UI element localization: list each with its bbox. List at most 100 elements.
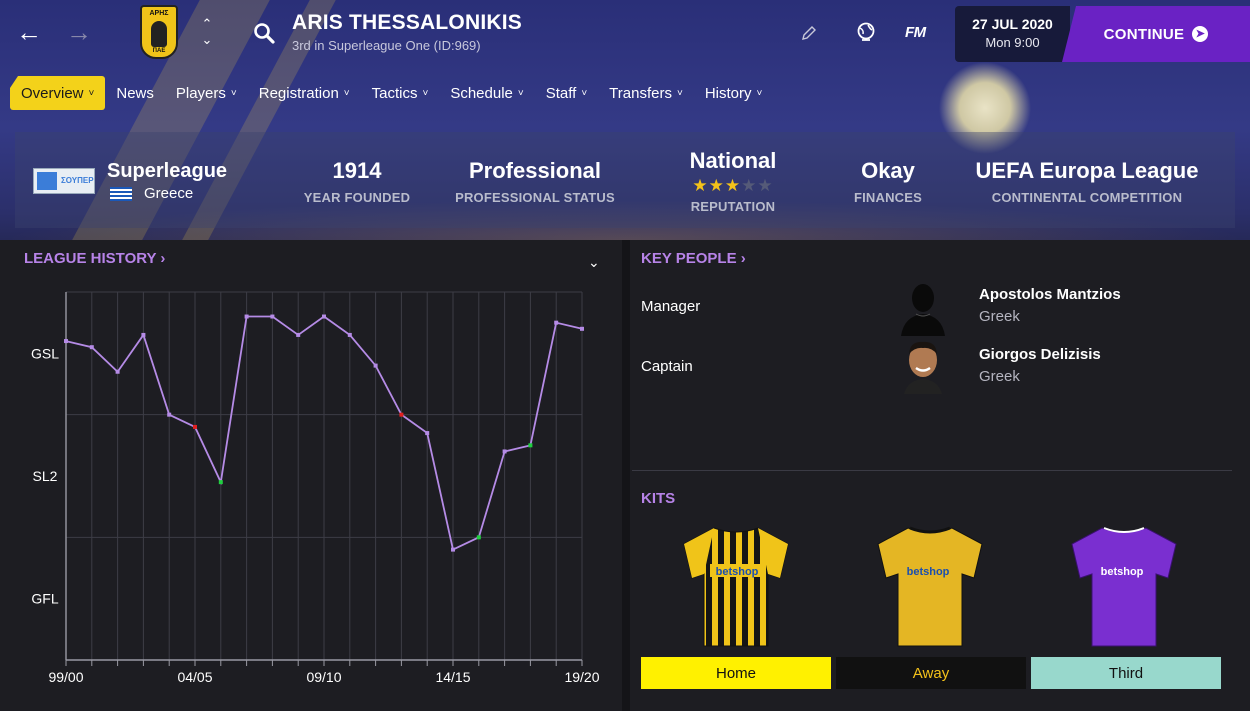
data-point — [580, 326, 584, 331]
key-people-title[interactable]: KEY PEOPLE › — [641, 250, 746, 267]
person-role: Manager — [641, 298, 701, 315]
menu-item-label: Staff — [545, 84, 577, 102]
person-nationality: Greek — [979, 308, 1020, 325]
arrow-right-circle-icon: ➤ — [1192, 26, 1209, 42]
globe-icon[interactable] — [855, 21, 877, 43]
data-point — [425, 431, 430, 436]
third-kit-button[interactable]: Third — [1031, 657, 1221, 689]
data-point — [502, 449, 507, 454]
club-subtitle: 3rd in Superleague One (ID:969) — [292, 38, 481, 53]
stat-professional-status: Professional PROFESSIONAL STATUS — [445, 158, 625, 205]
stat-value: 1914 — [332, 158, 382, 183]
crest-figure — [151, 21, 167, 47]
league-logo-mark — [37, 172, 57, 190]
chevron-down-icon: ˅ — [88, 87, 95, 99]
top-bar: ← → ΑΡΗΣ ΠΑΕ ⌃ ⌄ ARIS THESSALONIKIS 3rd … — [0, 0, 1250, 70]
menu-item-label: Players — [175, 84, 226, 102]
league-history-title[interactable]: LEAGUE HISTORY › — [24, 250, 165, 267]
star-filled-icon: ★ — [724, 176, 742, 195]
stat-continental-competition: UEFA Europa League CONTINENTAL COMPETITI… — [967, 158, 1207, 205]
season-marker — [476, 535, 481, 540]
stat-value: National — [689, 148, 777, 173]
menu-item-tactics[interactable]: Tactics ˅ — [361, 76, 440, 110]
continue-label: CONTINUE — [1103, 25, 1185, 43]
away-kit-shirt[interactable]: betshop — [870, 522, 990, 652]
kit-sponsor: betshop — [1101, 566, 1144, 578]
captain-avatar[interactable] — [898, 336, 948, 394]
menu-item-label: History — [704, 84, 752, 102]
data-point — [270, 314, 275, 319]
y-tick-label: SL2 — [33, 468, 58, 484]
back-arrow-icon[interactable]: ← — [15, 18, 43, 46]
star-empty-icon: ★ — [741, 176, 758, 195]
menu-item-news[interactable]: News — [105, 76, 165, 110]
data-point — [451, 547, 455, 552]
x-tick-label: 04/05 — [177, 669, 212, 685]
stat-value: Professional — [468, 158, 602, 183]
menu-item-overview[interactable]: Overview ˅ — [10, 76, 106, 110]
season-marker — [218, 480, 223, 485]
star-empty-icon: ★ — [757, 176, 774, 195]
home-kit-shirt[interactable]: betshop — [676, 522, 796, 652]
menu-item-transfers[interactable]: Transfers ˅ — [598, 76, 694, 110]
chevron-down-icon: ˅ — [517, 87, 524, 99]
season-marker — [399, 412, 404, 417]
search-icon[interactable] — [252, 21, 276, 45]
manager-avatar[interactable] — [898, 278, 948, 336]
league-country[interactable]: Greece — [144, 185, 193, 202]
club-crest[interactable]: ΑΡΗΣ ΠΑΕ — [140, 5, 178, 59]
third-kit-shirt[interactable]: betshop — [1064, 522, 1184, 652]
x-tick-label: 09/10 — [306, 669, 341, 685]
fm-logo[interactable]: FM — [905, 24, 926, 41]
kit-sponsor: betshop — [716, 566, 759, 578]
league-history-panel: LEAGUE HISTORY › ⌄ GSL SL2 GFL 99/00 04/05 09… — [0, 240, 622, 711]
chevron-down-icon: ˅ — [422, 87, 429, 99]
date-box[interactable]: 27 JUL 2020 Mon 9:00 — [955, 6, 1070, 62]
pencil-icon[interactable] — [800, 24, 818, 42]
away-kit-button[interactable]: Away — [836, 657, 1026, 689]
stat-label: YEAR FOUNDED — [303, 190, 411, 205]
menu-item-label: Schedule — [450, 84, 513, 102]
person-name[interactable]: Giorgos Delizisis — [979, 346, 1101, 363]
menu-item-label: Transfers — [609, 84, 672, 102]
data-point — [554, 320, 559, 325]
person-role: Captain — [641, 358, 693, 375]
panel-divider — [622, 240, 630, 711]
data-point — [296, 332, 301, 337]
menu-item-registration[interactable]: Registration ˅ — [248, 76, 361, 110]
section-divider — [632, 470, 1232, 471]
menu-item-history[interactable]: History ˅ — [694, 76, 774, 110]
crest-top-text: ΑΡΗΣ — [149, 10, 169, 17]
menu-item-schedule[interactable]: Schedule ˅ — [439, 76, 534, 110]
club-switch-arrows[interactable]: ⌃ ⌄ — [198, 16, 216, 48]
stat-value[interactable]: UEFA Europa League — [967, 158, 1207, 184]
league-history-chart: GSL SL2 GFL 99/00 04/05 09/10 14/15 19/20 — [31, 291, 600, 685]
data-point — [64, 339, 68, 344]
menu-item-players[interactable]: Players ˅ — [165, 76, 248, 110]
person-name[interactable]: Apostolos Mantzios — [979, 286, 1121, 303]
menu-item-label: Overview — [21, 84, 84, 102]
data-point — [244, 314, 249, 319]
data-point — [322, 314, 326, 319]
chevron-down-icon[interactable]: ⌄ — [588, 254, 600, 271]
menu-item-staff[interactable]: Staff ˅ — [535, 76, 598, 110]
x-tick-label: 19/20 — [564, 669, 599, 685]
data-point — [347, 332, 352, 337]
chevron-down-icon[interactable]: ⌄ — [198, 32, 216, 48]
kits-title: KITS — [641, 490, 676, 507]
league-name[interactable]: Superleague — [107, 160, 227, 183]
club-name: ARIS THESSALONIKIS — [292, 11, 522, 34]
data-point — [115, 369, 120, 374]
forward-arrow-icon[interactable]: → — [65, 18, 93, 46]
y-tick-label: GSL — [31, 345, 59, 361]
stat-reputation: National ★★★★★ REPUTATION — [673, 148, 793, 214]
home-kit-button[interactable]: Home — [641, 657, 831, 689]
chevron-down-icon: ˅ — [230, 87, 237, 99]
continue-button[interactable]: CONTINUE ➤ — [1062, 6, 1250, 62]
chevron-down-icon: ˅ — [343, 87, 350, 99]
league-logo[interactable]: ΣΟΥΠΕΡ — [33, 168, 95, 194]
data-point — [373, 363, 378, 368]
menu-item-label: Tactics — [371, 84, 418, 102]
stat-value: Okay — [861, 158, 915, 183]
chevron-up-icon[interactable]: ⌃ — [198, 16, 216, 32]
